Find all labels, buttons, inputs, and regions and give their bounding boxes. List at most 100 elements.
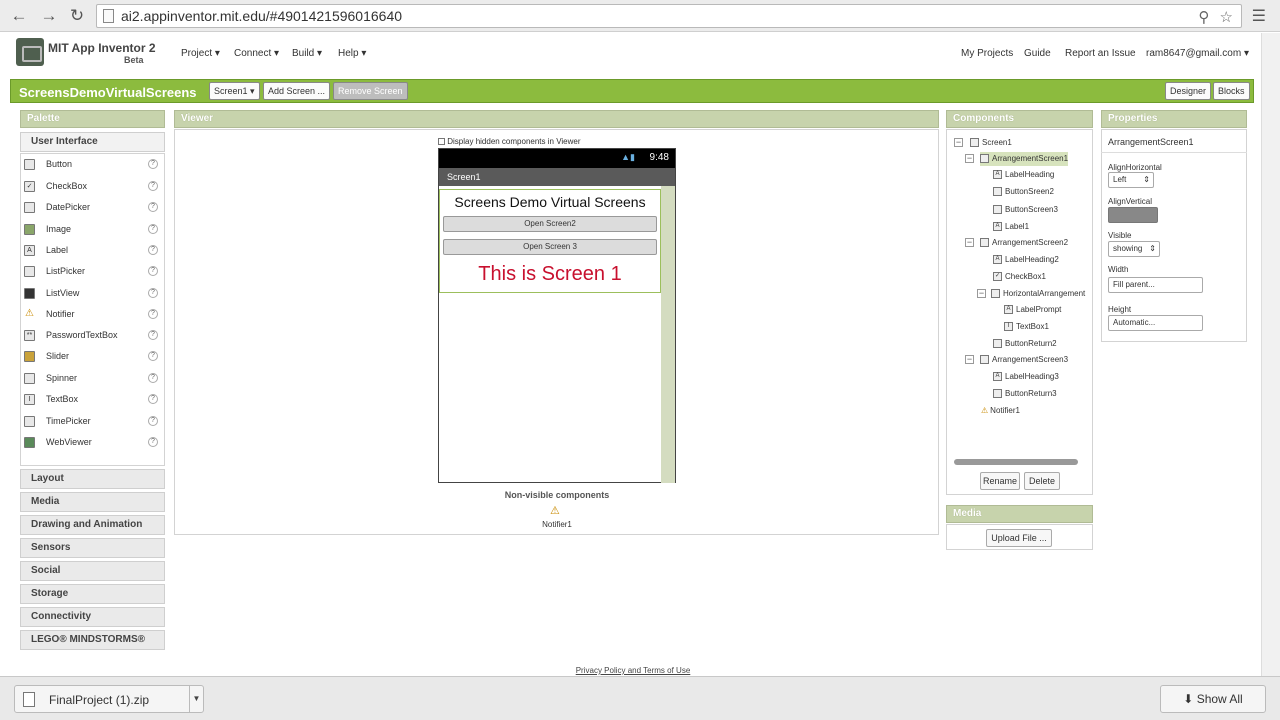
palette-item-timepicker[interactable]: TimePicker? bbox=[24, 412, 162, 430]
components-scrollbar[interactable] bbox=[954, 459, 1078, 465]
tree-arrangement-screen1[interactable]: ArrangementScreen1 bbox=[980, 152, 1069, 166]
help-icon[interactable]: ? bbox=[148, 245, 158, 255]
menu-help[interactable]: Help ▾ bbox=[338, 48, 366, 59]
bookmark-star-icon[interactable]: ☆ bbox=[1220, 9, 1233, 26]
display-hidden-option[interactable]: Display hidden components in Viewer bbox=[438, 137, 581, 146]
label-heading[interactable]: Screens Demo Virtual Screens bbox=[440, 194, 660, 210]
delete-button[interactable]: Delete bbox=[1024, 472, 1060, 490]
my-projects-link[interactable]: My Projects bbox=[961, 48, 1013, 59]
tree-label-prompt[interactable]: A LabelPrompt bbox=[1004, 303, 1061, 317]
back-icon[interactable]: ← bbox=[8, 5, 30, 27]
nonvisible-notifier[interactable]: Notifier1 bbox=[438, 520, 676, 529]
account-menu[interactable]: ram8647@gmail.com ▾ bbox=[1146, 48, 1249, 59]
tree-label-heading[interactable]: A LabelHeading bbox=[993, 168, 1054, 182]
palette-category-user-interface[interactable]: User Interface bbox=[20, 132, 165, 152]
label1[interactable]: This is Screen 1 bbox=[440, 263, 660, 286]
download-item[interactable]: FinalProject (1).zip ▼ bbox=[14, 685, 204, 713]
dropdown-arrow-icon[interactable]: ▼ bbox=[189, 686, 203, 712]
collapse-toggle[interactable]: − bbox=[965, 238, 974, 247]
help-icon[interactable]: ? bbox=[148, 288, 158, 298]
palette-category-lego[interactable]: LEGO® MINDSTORMS® bbox=[20, 630, 165, 650]
tree-button-sreen2[interactable]: ButtonSreen2 bbox=[993, 185, 1054, 199]
help-icon[interactable]: ? bbox=[148, 202, 158, 212]
palette-item-slider[interactable]: Slider? bbox=[24, 347, 162, 365]
blocks-button[interactable]: Blocks bbox=[1213, 82, 1250, 100]
palette-item-passwordtextbox[interactable]: ** PasswordTextBox? bbox=[24, 326, 162, 344]
palette-category-storage[interactable]: Storage bbox=[20, 584, 165, 604]
privacy-link[interactable]: Privacy Policy and Terms of Use bbox=[0, 666, 1266, 675]
menu-connect[interactable]: Connect ▾ bbox=[234, 48, 279, 59]
upload-file-button[interactable]: Upload File ... bbox=[986, 529, 1052, 547]
rename-button[interactable]: Rename bbox=[980, 472, 1020, 490]
palette-item-notifier[interactable]: ⚠ Notifier? bbox=[24, 305, 162, 323]
address-bar[interactable]: ai2.appinventor.mit.edu/#490142159601664… bbox=[96, 4, 1242, 28]
menu-project[interactable]: Project ▾ bbox=[181, 48, 220, 59]
tree-label-heading2[interactable]: A LabelHeading2 bbox=[993, 253, 1059, 267]
open-screen2-button[interactable]: Open Screen2 bbox=[443, 216, 657, 232]
help-icon[interactable]: ? bbox=[148, 224, 158, 234]
guide-link[interactable]: Guide bbox=[1024, 48, 1051, 59]
width-field[interactable]: Fill parent... bbox=[1108, 277, 1203, 293]
open-screen3-button[interactable]: Open Screen 3 bbox=[443, 239, 657, 255]
tree-checkbox1[interactable]: ✓ CheckBox1 bbox=[993, 270, 1046, 284]
help-icon[interactable]: ? bbox=[148, 351, 158, 361]
tree-label-heading3[interactable]: A LabelHeading3 bbox=[993, 370, 1059, 384]
palette-item-datepicker[interactable]: DatePicker? bbox=[24, 198, 162, 216]
help-icon[interactable]: ? bbox=[148, 416, 158, 426]
show-all-button[interactable]: ⬇ Show All bbox=[1160, 685, 1266, 713]
tree-button-return2[interactable]: ButtonReturn2 bbox=[993, 337, 1057, 351]
add-screen-button[interactable]: Add Screen ... bbox=[263, 82, 331, 100]
palette-item-webviewer[interactable]: WebViewer? bbox=[24, 433, 162, 451]
report-issue-link[interactable]: Report an Issue bbox=[1065, 48, 1136, 59]
app-inventor-logo[interactable] bbox=[16, 38, 44, 66]
palette-item-listview[interactable]: ListView? bbox=[24, 284, 162, 302]
palette-item-spinner[interactable]: Spinner? bbox=[24, 369, 162, 387]
align-horizontal-select[interactable]: Left ⇕ bbox=[1108, 172, 1154, 188]
palette-category-social[interactable]: Social bbox=[20, 561, 165, 581]
menu-build[interactable]: Build ▾ bbox=[292, 48, 322, 59]
tree-button-return3[interactable]: ButtonReturn3 bbox=[993, 387, 1057, 401]
palette-category-connectivity[interactable]: Connectivity bbox=[20, 607, 165, 627]
page-scrollbar[interactable] bbox=[1261, 33, 1280, 676]
help-icon[interactable]: ? bbox=[148, 309, 158, 319]
help-icon[interactable]: ? bbox=[148, 159, 158, 169]
visible-select[interactable]: showing ⇕ bbox=[1108, 241, 1160, 257]
remove-screen-button[interactable]: Remove Screen bbox=[333, 82, 408, 100]
browser-menu-icon[interactable]: ☰ bbox=[1252, 6, 1266, 26]
designer-button[interactable]: Designer bbox=[1165, 82, 1212, 100]
reload-icon[interactable]: ↻ bbox=[66, 5, 88, 27]
palette-category-sensors[interactable]: Sensors bbox=[20, 538, 165, 558]
collapse-toggle[interactable]: − bbox=[977, 289, 986, 298]
palette-category-media[interactable]: Media bbox=[20, 492, 165, 512]
collapse-toggle[interactable]: − bbox=[954, 138, 963, 147]
help-icon[interactable]: ? bbox=[148, 330, 158, 340]
collapse-toggle[interactable]: − bbox=[965, 154, 974, 163]
url-text[interactable]: ai2.appinventor.mit.edu/#490142159601664… bbox=[121, 8, 402, 24]
palette-item-textbox[interactable]: I TextBox? bbox=[24, 390, 162, 408]
palette-item-label[interactable]: A Label? bbox=[24, 241, 162, 259]
palette-category-layout[interactable]: Layout bbox=[20, 469, 165, 489]
palette-item-listpicker[interactable]: ListPicker? bbox=[24, 262, 162, 280]
help-icon[interactable]: ? bbox=[148, 437, 158, 447]
palette-item-checkbox[interactable]: ✓ CheckBox? bbox=[24, 177, 162, 195]
arrangement-screen1[interactable]: Screens Demo Virtual Screens Open Screen… bbox=[439, 189, 661, 293]
forward-icon[interactable]: → bbox=[38, 5, 60, 27]
height-field[interactable]: Automatic... bbox=[1108, 315, 1203, 331]
tree-label1[interactable]: A Label1 bbox=[993, 220, 1029, 234]
hidden-components-checkbox[interactable] bbox=[438, 138, 445, 146]
align-vertical-select[interactable] bbox=[1108, 207, 1158, 223]
tree-screen1[interactable]: Screen1 bbox=[970, 136, 1012, 150]
tree-textbox1[interactable]: I TextBox1 bbox=[1004, 320, 1049, 334]
collapse-toggle[interactable]: − bbox=[965, 355, 974, 364]
zoom-icon[interactable]: ⚲ bbox=[1198, 9, 1209, 26]
help-icon[interactable]: ? bbox=[148, 181, 158, 191]
screen-select[interactable]: Screen1 ▾ bbox=[209, 82, 260, 100]
help-icon[interactable]: ? bbox=[148, 266, 158, 276]
tree-notifier1[interactable]: ⚠ Notifier1 bbox=[981, 404, 1020, 418]
tree-horizontal-arrangement[interactable]: HorizontalArrangement bbox=[991, 287, 1085, 301]
help-icon[interactable]: ? bbox=[148, 394, 158, 404]
help-icon[interactable]: ? bbox=[148, 373, 158, 383]
tree-arrangement-screen2[interactable]: ArrangementScreen2 bbox=[980, 236, 1068, 250]
tree-button-screen3[interactable]: ButtonScreen3 bbox=[993, 203, 1058, 217]
palette-item-image[interactable]: Image? bbox=[24, 220, 162, 238]
